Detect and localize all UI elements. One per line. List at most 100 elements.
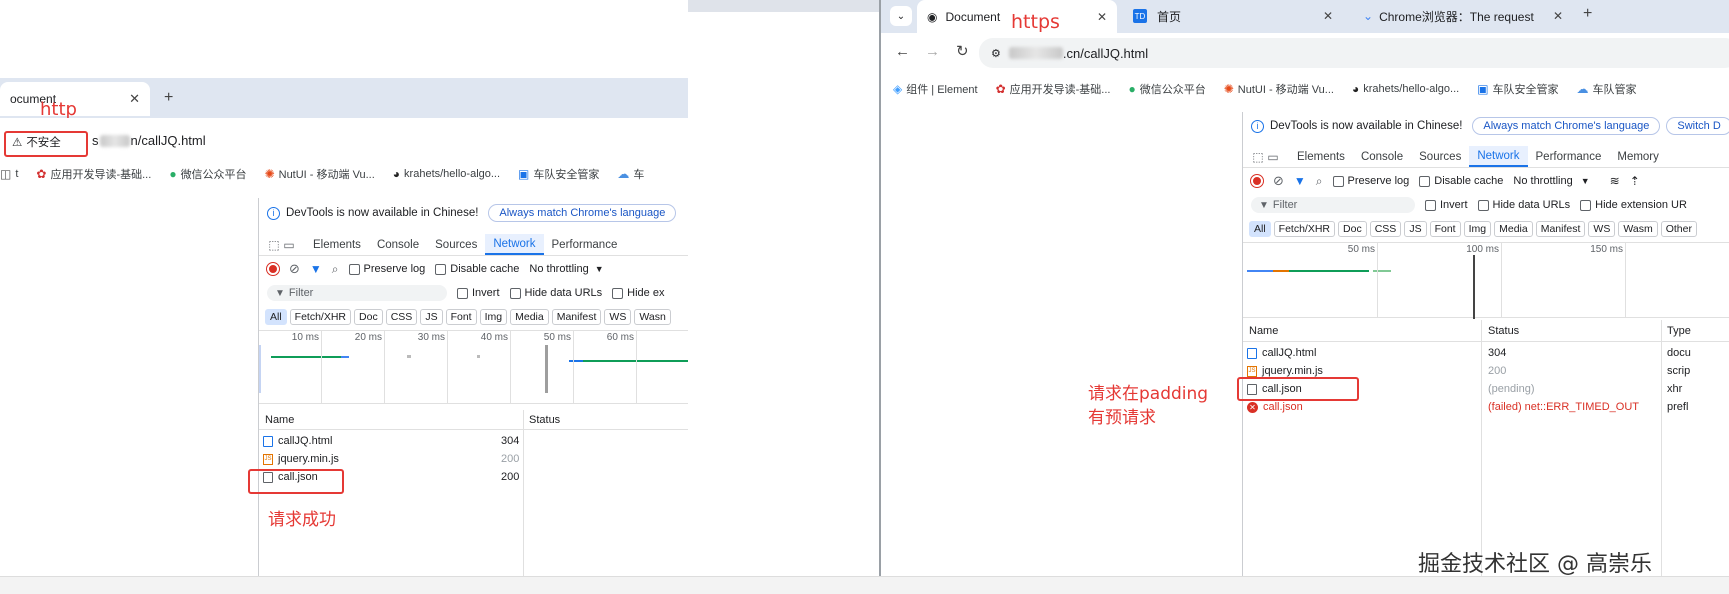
throttling-select[interactable]: No throttling ▼ bbox=[1513, 175, 1589, 187]
column-status[interactable]: Status bbox=[529, 414, 560, 426]
clear-icon[interactable]: ⊘ bbox=[289, 261, 300, 277]
type-filter-img[interactable]: Img bbox=[479, 309, 508, 325]
bookmark-item[interactable]: ✿ 应用开发导读-基础... bbox=[36, 166, 151, 182]
bookmark-item[interactable]: ☁ 车队管家 bbox=[1577, 81, 1637, 97]
filter-input[interactable]: ▼ Filter bbox=[1251, 197, 1415, 213]
type-filter-fetchxhr[interactable]: Fetch/XHR bbox=[1273, 221, 1336, 237]
panel-tab-console[interactable]: Console bbox=[369, 234, 427, 255]
panel-tab-memory[interactable]: Memory bbox=[1609, 146, 1667, 167]
bookmark-item[interactable]: ◕ krahets/hello-algo... bbox=[393, 167, 500, 181]
panel-tab-sources[interactable]: Sources bbox=[1411, 146, 1469, 167]
table-row[interactable]: callJQ.html bbox=[1247, 344, 1316, 362]
close-icon[interactable]: ✕ bbox=[129, 91, 140, 107]
filter-funnel-icon[interactable]: ▼ bbox=[310, 262, 322, 276]
bookmark-item[interactable]: ● 微信公众平台 bbox=[169, 166, 246, 182]
request-name[interactable]: callJQ.html bbox=[278, 435, 332, 447]
panel-tab-network[interactable]: Network bbox=[1469, 146, 1528, 167]
type-filter-doc[interactable]: Doc bbox=[1338, 221, 1367, 237]
request-name[interactable]: jquery.min.js bbox=[278, 453, 339, 465]
type-filter-css[interactable]: CSS bbox=[1369, 221, 1402, 237]
right-url-bar[interactable]: ⚙ .cn/callJQ.html bbox=[979, 38, 1729, 68]
hide-extension-checkbox[interactable]: Hide ex bbox=[612, 287, 664, 299]
new-tab-plus-icon[interactable]: + bbox=[1583, 5, 1592, 23]
right-tab-chrome-request[interactable]: ⌄ Chrome浏览器：The request ✕ bbox=[1353, 2, 1573, 30]
left-url-text[interactable]: s n/callJQ.html bbox=[92, 133, 206, 148]
type-filter-media[interactable]: Media bbox=[510, 309, 549, 325]
type-filter-ws[interactable]: WS bbox=[1588, 221, 1616, 237]
reload-icon[interactable]: ↻ bbox=[956, 42, 969, 60]
request-name[interactable]: call.json bbox=[1263, 401, 1303, 413]
column-type[interactable]: Type bbox=[1667, 325, 1691, 337]
device-toolbar-icon[interactable]: ▭ bbox=[281, 238, 297, 252]
type-filter-js[interactable]: JS bbox=[420, 309, 443, 325]
back-arrow-icon[interactable]: ← bbox=[895, 43, 910, 60]
preserve-log-checkbox[interactable]: Preserve log bbox=[348, 263, 425, 275]
type-filter-font[interactable]: Font bbox=[1429, 221, 1461, 237]
search-icon[interactable]: ⌕ bbox=[332, 262, 339, 277]
type-filter-ws[interactable]: WS bbox=[604, 309, 632, 325]
hide-data-urls-checkbox[interactable]: Hide data URLs bbox=[1477, 199, 1570, 211]
match-language-button[interactable]: Always match Chrome's language bbox=[1472, 117, 1661, 135]
type-filter-img[interactable]: Img bbox=[1463, 221, 1492, 237]
type-filter-wasn[interactable]: Wasn bbox=[634, 309, 671, 325]
type-filter-media[interactable]: Media bbox=[1494, 221, 1533, 237]
match-language-button[interactable]: Always match Chrome's language bbox=[488, 204, 677, 222]
panel-tab-console[interactable]: Console bbox=[1353, 146, 1411, 167]
tab-search-icon[interactable]: ⌄ bbox=[890, 6, 912, 26]
right-tab-home[interactable]: TD 首页 ✕ bbox=[1123, 2, 1343, 30]
disable-cache-checkbox[interactable]: Disable cache bbox=[1419, 175, 1503, 187]
table-row[interactable]: callJQ.html bbox=[263, 432, 332, 450]
search-icon[interactable]: ⌕ bbox=[1316, 174, 1323, 189]
panel-tab-elements[interactable]: Elements bbox=[1289, 146, 1353, 167]
insecure-chip[interactable]: ⚠ 不安全 bbox=[12, 134, 61, 150]
table-row[interactable]: JS jquery.min.js bbox=[263, 450, 339, 468]
invert-checkbox[interactable]: Invert bbox=[457, 287, 500, 299]
device-toolbar-icon[interactable]: ▭ bbox=[1265, 150, 1281, 164]
site-settings-icon[interactable]: ⚙ bbox=[991, 47, 1001, 60]
bookmark-item[interactable]: ✺ NutUI - 移动端 Vu... bbox=[265, 166, 375, 182]
hide-data-urls-checkbox[interactable]: Hide data URLs bbox=[509, 287, 602, 299]
bookmark-item[interactable]: ◈ 组件 | Element bbox=[893, 81, 978, 97]
clear-icon[interactable]: ⊘ bbox=[1273, 173, 1284, 189]
type-filter-manifest[interactable]: Manifest bbox=[1535, 221, 1586, 237]
record-stop-icon[interactable] bbox=[1250, 174, 1264, 188]
upload-icon[interactable]: ⇡ bbox=[1630, 174, 1640, 188]
invert-checkbox[interactable]: Invert bbox=[1425, 199, 1468, 211]
type-filter-doc[interactable]: Doc bbox=[354, 309, 383, 325]
panel-tab-network[interactable]: Network bbox=[485, 234, 544, 255]
request-name[interactable]: jquery.min.js bbox=[1262, 365, 1323, 377]
switch-language-button[interactable]: Switch D bbox=[1666, 117, 1729, 135]
throttling-select[interactable]: No throttling ▼ bbox=[529, 263, 603, 275]
disable-cache-checkbox[interactable]: Disable cache bbox=[435, 263, 519, 275]
close-icon[interactable]: ✕ bbox=[1323, 9, 1333, 23]
filter-funnel-icon[interactable]: ▼ bbox=[1294, 174, 1306, 188]
inspect-element-icon[interactable]: ⬚ bbox=[267, 238, 281, 252]
record-stop-icon[interactable] bbox=[266, 262, 280, 276]
bookmark-item[interactable]: ◕ krahets/hello-algo... bbox=[1352, 82, 1459, 96]
bookmark-item[interactable]: ▣ 车队安全管家 bbox=[518, 166, 599, 182]
bookmark-item[interactable]: ◫ t bbox=[0, 167, 18, 181]
column-name[interactable]: Name bbox=[265, 414, 294, 426]
preserve-log-checkbox[interactable]: Preserve log bbox=[1332, 175, 1409, 187]
close-icon[interactable]: ✕ bbox=[1553, 9, 1563, 23]
type-filter-wasm[interactable]: Wasm bbox=[1618, 221, 1658, 237]
bookmark-item[interactable]: ☁ 车 bbox=[617, 166, 644, 182]
column-name[interactable]: Name bbox=[1249, 325, 1278, 337]
type-filter-font[interactable]: Font bbox=[445, 309, 477, 325]
type-filter-js[interactable]: JS bbox=[1404, 221, 1427, 237]
panel-tab-performance[interactable]: Performance bbox=[544, 234, 626, 255]
panel-tab-performance[interactable]: Performance bbox=[1528, 146, 1610, 167]
type-filter-other[interactable]: Other bbox=[1660, 221, 1697, 237]
panel-tab-sources[interactable]: Sources bbox=[427, 234, 485, 255]
bookmark-item[interactable]: ✺ NutUI - 移动端 Vu... bbox=[1224, 81, 1334, 97]
panel-tab-elements[interactable]: Elements bbox=[305, 234, 369, 255]
bookmark-item[interactable]: ▣ 车队安全管家 bbox=[1477, 81, 1558, 97]
type-filter-manifest[interactable]: Manifest bbox=[551, 309, 602, 325]
type-filter-all[interactable]: All bbox=[265, 309, 287, 325]
request-name[interactable]: callJQ.html bbox=[1262, 347, 1316, 359]
filter-input[interactable]: ▼ Filter bbox=[267, 285, 447, 301]
column-status[interactable]: Status bbox=[1488, 325, 1519, 337]
type-filter-fetchxhr[interactable]: Fetch/XHR bbox=[289, 309, 352, 325]
new-tab-plus-icon[interactable]: + bbox=[164, 89, 173, 107]
hide-extension-checkbox[interactable]: Hide extension UR bbox=[1580, 199, 1687, 211]
